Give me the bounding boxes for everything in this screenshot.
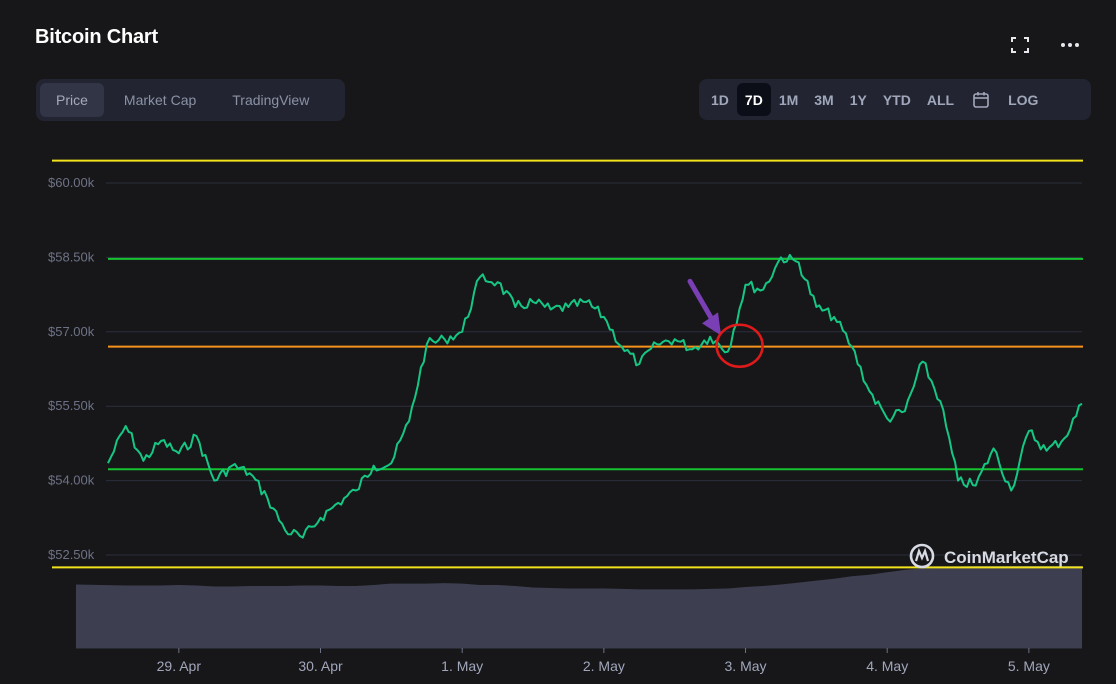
x-tick-label: 2. May: [583, 658, 625, 674]
x-tick-label: 3. May: [725, 658, 767, 674]
annotation-arrow-shaft: [687, 278, 715, 322]
x-tick-label: 30. Apr: [298, 658, 343, 674]
volume-area: [76, 566, 1082, 648]
coinmarketcap-logo: CoinMarketCap: [909, 543, 1069, 569]
price-chart[interactable]: $52.50k $54.00k $55.50k $57.00k $58.50k $60.0…: [0, 0, 1116, 684]
y-tick-label: $55.50k: [48, 398, 95, 413]
x-tick-label: 29. Apr: [157, 658, 202, 674]
y-tick-label: $54.00k: [48, 473, 95, 488]
x-tick-label: 1. May: [441, 658, 483, 674]
y-tick-label: $52.50k: [48, 547, 95, 562]
x-tick-label: 4. May: [866, 658, 908, 674]
y-tick-label: $60.00k: [48, 175, 95, 190]
price-series-line: [107, 253, 1083, 539]
x-tick-label: 5. May: [1008, 658, 1050, 674]
watermark-text: CoinMarketCap: [944, 548, 1069, 567]
y-tick-label: $57.00k: [48, 324, 95, 339]
y-tick-label: $58.50k: [48, 249, 95, 264]
